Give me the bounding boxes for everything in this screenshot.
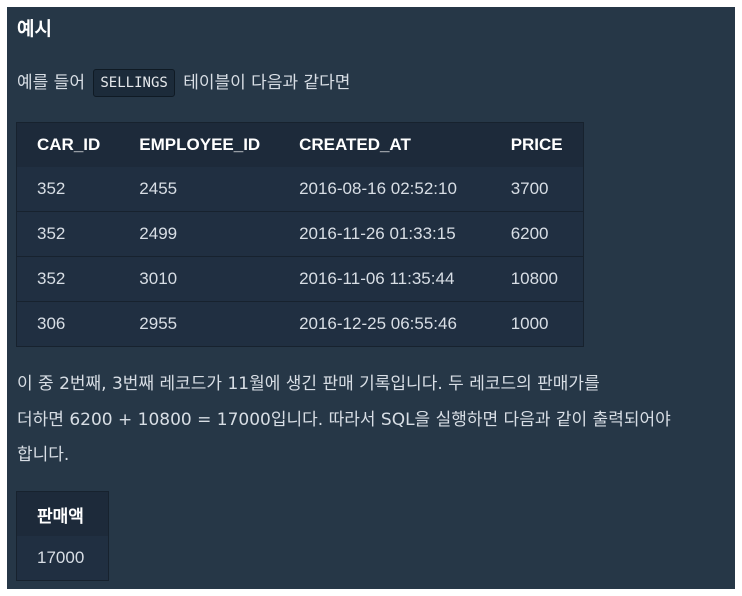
column-header: CREATED_AT xyxy=(279,122,491,167)
table-cell: 352 xyxy=(16,167,120,212)
table-cell: 2955 xyxy=(119,301,280,347)
table-row: 306 2955 2016-12-25 06:55:46 1000 xyxy=(16,301,584,347)
sellings-table: CAR_ID EMPLOYEE_ID CREATED_AT PRICE 352 … xyxy=(16,122,584,347)
table-cell: 2499 xyxy=(119,211,280,257)
table-row: 352 2455 2016-08-16 02:52:10 3700 xyxy=(16,167,584,212)
table-cell: 10800 xyxy=(490,256,584,302)
table-cell: 2016-08-16 02:52:10 xyxy=(279,167,491,212)
table-header-row: CAR_ID EMPLOYEE_ID CREATED_AT PRICE xyxy=(16,122,584,167)
table-row: 17000 xyxy=(16,536,109,581)
column-header: PRICE xyxy=(490,122,584,167)
table-cell: 352 xyxy=(16,256,120,302)
table-cell: 2455 xyxy=(119,167,280,212)
table-cell: 2016-11-26 01:33:15 xyxy=(279,211,491,257)
table-cell: 1000 xyxy=(490,301,584,347)
table-cell: 352 xyxy=(16,211,120,257)
intro-suffix: 테이블이 다음과 같다면 xyxy=(183,73,351,93)
intro-prefix: 예를 들어 xyxy=(17,73,85,93)
intro-text: 예를 들어 SELLINGS 테이블이 다음과 같다면 xyxy=(17,69,350,97)
explanation-paragraph: 이 중 2번째, 3번째 레코드가 11월에 생긴 판매 기록입니다. 두 레코… xyxy=(17,367,729,474)
explanation-line: 이 중 2번째, 3번째 레코드가 11월에 생긴 판매 기록입니다. 두 레코… xyxy=(17,374,600,394)
explanation-line: 합니다. xyxy=(17,445,70,465)
column-header: EMPLOYEE_ID xyxy=(119,122,280,167)
table-row: 352 3010 2016-11-06 11:35:44 10800 xyxy=(16,256,584,302)
table-cell: 3010 xyxy=(119,256,280,302)
table-cell: 306 xyxy=(16,301,120,347)
example-panel: 예시 예를 들어 SELLINGS 테이블이 다음과 같다면 CAR_ID EM… xyxy=(7,7,735,589)
result-table: 판매액 17000 xyxy=(16,491,109,581)
column-header: 판매액 xyxy=(16,491,109,536)
table-cell: 2016-11-06 11:35:44 xyxy=(279,256,491,302)
table-header-row: 판매액 xyxy=(16,491,109,536)
table-row: 352 2499 2016-11-26 01:33:15 6200 xyxy=(16,211,584,257)
table-cell: 3700 xyxy=(490,167,584,212)
explanation-line: 더하면 6200 + 10800 = 17000입니다. 따라서 SQL을 실행… xyxy=(17,409,671,430)
table-name-code: SELLINGS xyxy=(93,69,175,97)
column-header: CAR_ID xyxy=(16,122,120,167)
table-cell: 6200 xyxy=(490,211,584,257)
table-cell: 2016-12-25 06:55:46 xyxy=(279,301,491,347)
table-cell: 17000 xyxy=(16,536,109,581)
section-heading: 예시 xyxy=(17,18,52,40)
